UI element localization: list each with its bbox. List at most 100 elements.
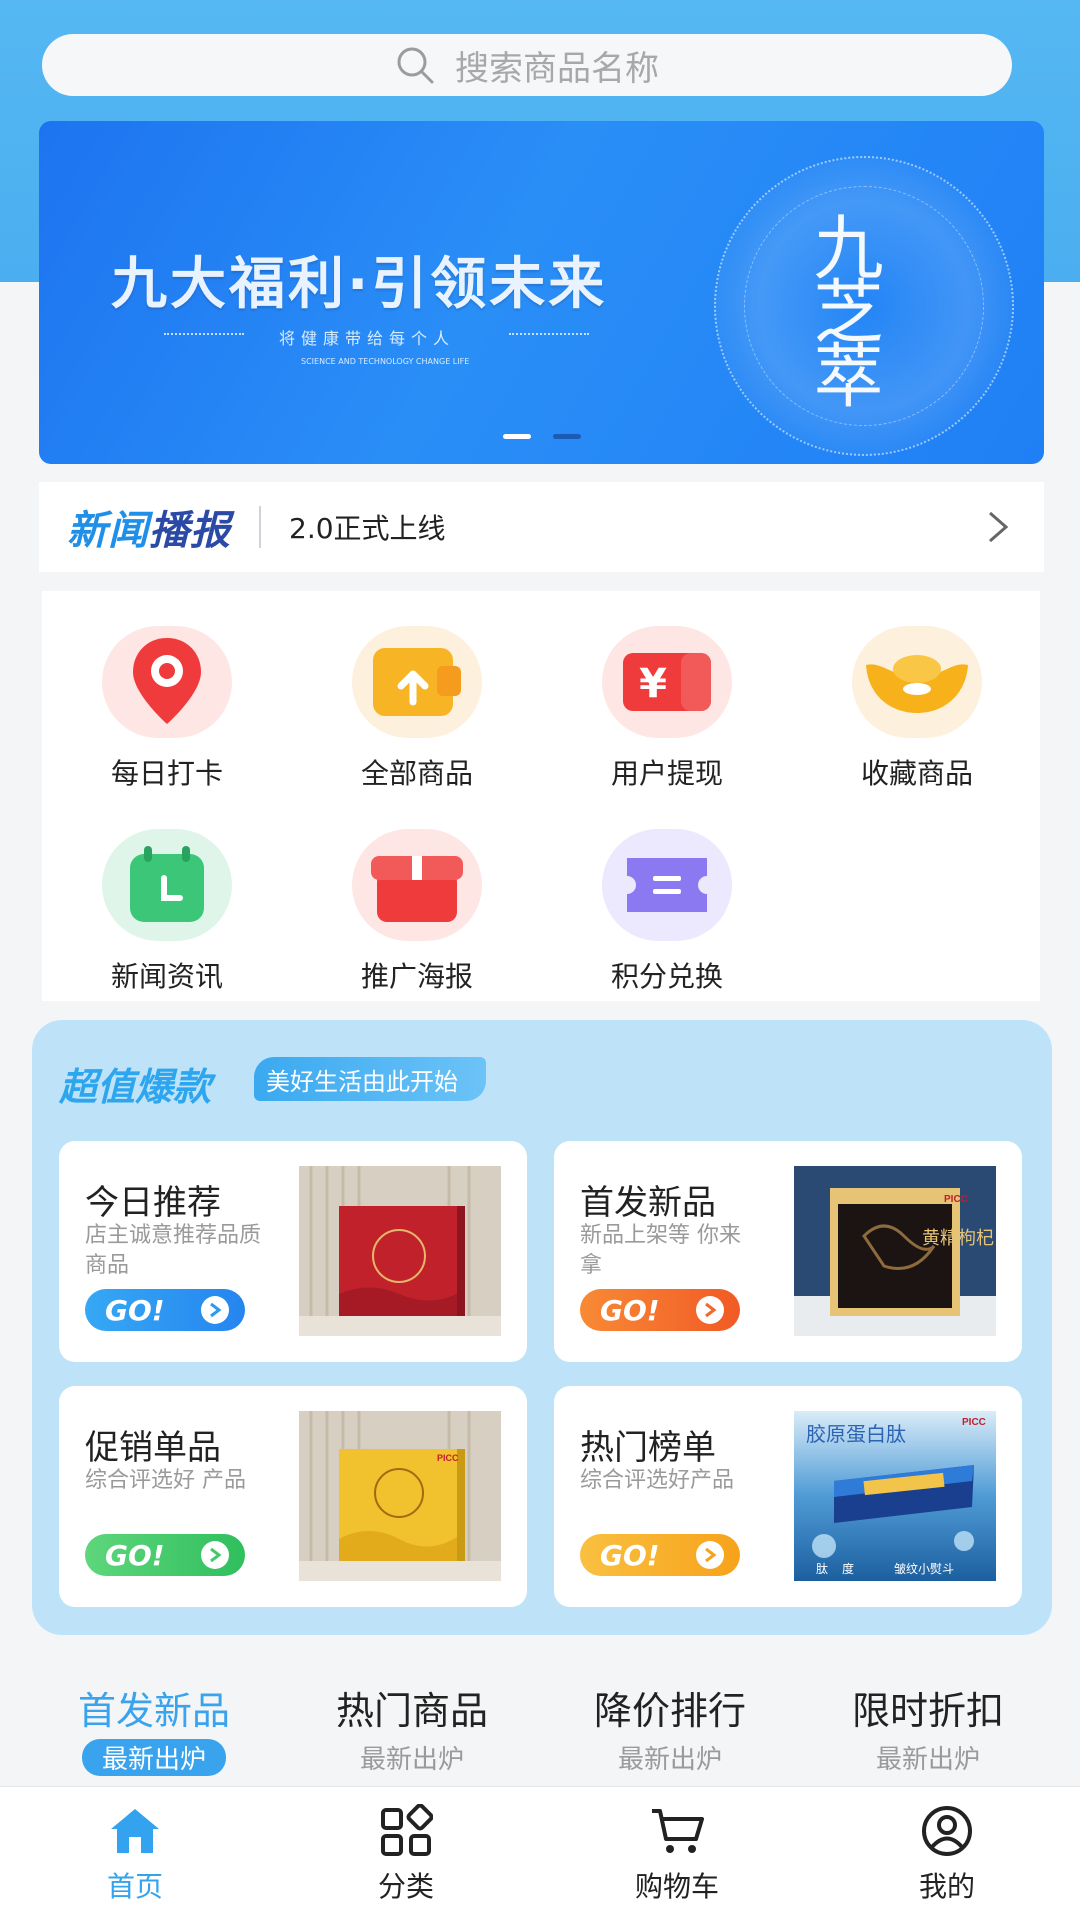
tab-title: 热门商品	[335, 1689, 488, 1733]
nav-cart[interactable]: 购物车	[607, 1801, 747, 1905]
svg-text:PICC: PICC	[437, 1453, 459, 1463]
tab-subtitle: 最新出炉	[81, 1739, 226, 1776]
nav-label: 购物车	[634, 1870, 719, 1903]
tab-price-drop[interactable]: 降价排行 最新出炉	[560, 1680, 780, 1776]
go-label: GO!	[105, 1538, 165, 1572]
shortcut-poster[interactable]: 推广海报	[317, 829, 517, 995]
svg-text:肽: 肽	[816, 1561, 828, 1576]
shortcut-label: 推广海报	[360, 960, 473, 993]
tab-hot-products[interactable]: 热门商品 最新出炉	[302, 1680, 522, 1776]
svg-text:胶原蛋白肽: 胶原蛋白肽	[806, 1422, 906, 1446]
svg-text:PICC: PICC	[962, 1417, 986, 1428]
gift-box-icon	[352, 829, 482, 941]
banner-title: 九大福利·引领未来	[111, 252, 608, 317]
deal-card-promo[interactable]: 促销单品 综合评选好 产品 GO! PICC	[59, 1386, 527, 1607]
go-button[interactable]: GO!	[85, 1534, 245, 1576]
banner-subtitle-en: SCIENCE AND TECHNOLOGY CHANGE LIFE	[301, 357, 470, 366]
nav-label: 我的	[918, 1870, 975, 1903]
product-image[interactable]: PICC	[299, 1411, 501, 1581]
deal-desc: 综合评选好产品	[580, 1468, 735, 1493]
yuan-card-icon: ¥	[602, 626, 732, 738]
tab-subtitle: 最新出炉	[359, 1745, 464, 1775]
news-label-part1: 新闻	[67, 508, 149, 554]
banner-indicator[interactable]	[553, 434, 581, 439]
shortcut-daily-checkin[interactable]: 每日打卡	[67, 626, 267, 792]
deal-title: 首发新品	[580, 1183, 716, 1223]
chevron-right-icon	[201, 1296, 229, 1324]
banner-divider-left	[164, 333, 244, 335]
search-input[interactable]: 搜索商品名称	[42, 34, 1012, 96]
news-ticker[interactable]: 新闻播报 2.0正式上线	[39, 482, 1044, 572]
tab-title: 降价排行	[593, 1689, 746, 1733]
go-label: GO!	[600, 1538, 660, 1572]
shortcut-withdraw[interactable]: ¥ 用户提现	[567, 626, 767, 792]
product-tabs: 首发新品 最新出炉 热门商品 最新出炉 降价排行 最新出炉 限时折扣 最新出炉	[0, 1680, 1080, 1780]
tab-title: 首发新品	[77, 1689, 230, 1733]
user-icon	[877, 1801, 1017, 1861]
product-image[interactable]: PICC 黄精枸杞	[794, 1166, 996, 1336]
deal-desc: 综合评选好 产品	[85, 1468, 246, 1493]
deal-desc: 新品上架等 你来拿	[580, 1223, 741, 1278]
chevron-right-icon	[201, 1541, 229, 1569]
tab-title: 限时折扣	[851, 1689, 1004, 1733]
shortcut-label: 积分兑换	[610, 960, 723, 993]
grid-icon	[336, 1801, 476, 1861]
deal-card-today[interactable]: 今日推荐 店主诚意推荐品质商品 GO!	[59, 1141, 527, 1362]
shortcut-label: 收藏商品	[860, 757, 973, 790]
promo-banner[interactable]: 九芝萃 九大福利·引领未来 将健康带给每个人 SCIENCE AND TECHN…	[39, 121, 1044, 464]
banner-indicators[interactable]	[503, 434, 581, 439]
shortcut-label: 用户提现	[610, 757, 723, 790]
deals-tag: 美好生活由此开始	[254, 1057, 486, 1101]
deal-title: 今日推荐	[85, 1183, 221, 1223]
product-image[interactable]	[299, 1166, 501, 1336]
deal-card-new[interactable]: 首发新品 新品上架等 你来拿 GO! PICC 黄精枸杞	[554, 1141, 1022, 1362]
tab-subtitle: 最新出炉	[875, 1745, 980, 1775]
product-image[interactable]: 胶原蛋白肽 PICC 肽 度 皱纹小熨斗	[794, 1411, 996, 1581]
chevron-right-icon	[696, 1541, 724, 1569]
shortcut-all-products[interactable]: 全部商品	[317, 626, 517, 792]
wallet-upload-icon	[352, 626, 482, 738]
banner-subtitle: 将健康带给每个人	[279, 329, 456, 348]
go-button[interactable]: GO!	[580, 1534, 740, 1576]
shortcut-favorites[interactable]: 收藏商品	[817, 626, 1017, 792]
shortcut-label: 新闻资讯	[110, 960, 223, 993]
go-button[interactable]: GO!	[580, 1289, 740, 1331]
banner-divider-right	[509, 333, 589, 335]
deals-title: 超值爆款	[59, 1065, 212, 1109]
chevron-right-icon[interactable]	[986, 509, 1010, 545]
tab-flash-sale[interactable]: 限时折扣 最新出炉	[818, 1680, 1038, 1776]
search-icon	[397, 47, 434, 84]
deals-section: 超值爆款 美好生活由此开始 今日推荐 店主诚意推荐品质商品 GO! 首发新品 新…	[32, 1020, 1052, 1635]
nav-category[interactable]: 分类	[336, 1801, 476, 1905]
go-button[interactable]: GO!	[85, 1289, 245, 1331]
nav-label: 首页	[106, 1870, 163, 1903]
ticket-icon	[602, 829, 732, 941]
nav-label: 分类	[377, 1870, 434, 1903]
news-separator	[259, 506, 261, 548]
tab-new-products[interactable]: 首发新品 最新出炉	[44, 1680, 264, 1776]
news-label: 新闻播报	[67, 498, 231, 556]
nav-home[interactable]: 首页	[65, 1801, 205, 1905]
bottom-navigation: 首页 分类 购物车 我的	[0, 1786, 1080, 1920]
shortcut-label: 每日打卡	[110, 757, 223, 790]
news-label-part2: 播报	[149, 508, 231, 554]
svg-text:¥: ¥	[639, 661, 667, 707]
chevron-right-icon	[696, 1296, 724, 1324]
deal-title: 促销单品	[85, 1428, 221, 1468]
go-label: GO!	[105, 1293, 165, 1327]
shortcut-label: 全部商品	[360, 757, 473, 790]
search-placeholder: 搜索商品名称	[455, 48, 659, 89]
cart-icon	[607, 1801, 747, 1861]
svg-text:PICC: PICC	[944, 1194, 968, 1205]
deal-card-hot[interactable]: 热门榜单 综合评选好产品 GO! 胶原蛋白肽 PICC 肽 度 皱纹小熨斗	[554, 1386, 1022, 1607]
shortcut-points[interactable]: 积分兑换	[567, 829, 767, 995]
tab-subtitle: 最新出炉	[617, 1745, 722, 1775]
news-headline[interactable]: 2.0正式上线	[289, 507, 986, 547]
gold-ingot-icon	[852, 626, 982, 738]
shortcut-grid: 每日打卡 全部商品 ¥ 用户提现 收藏商品 新闻资讯 推广海报 积分兑换	[42, 591, 1040, 1001]
svg-text:皱纹小熨斗: 皱纹小熨斗	[894, 1561, 954, 1576]
banner-indicator-active[interactable]	[503, 434, 531, 439]
svg-text:度: 度	[842, 1561, 854, 1576]
shortcut-news[interactable]: 新闻资讯	[67, 829, 267, 995]
nav-profile[interactable]: 我的	[877, 1801, 1017, 1905]
